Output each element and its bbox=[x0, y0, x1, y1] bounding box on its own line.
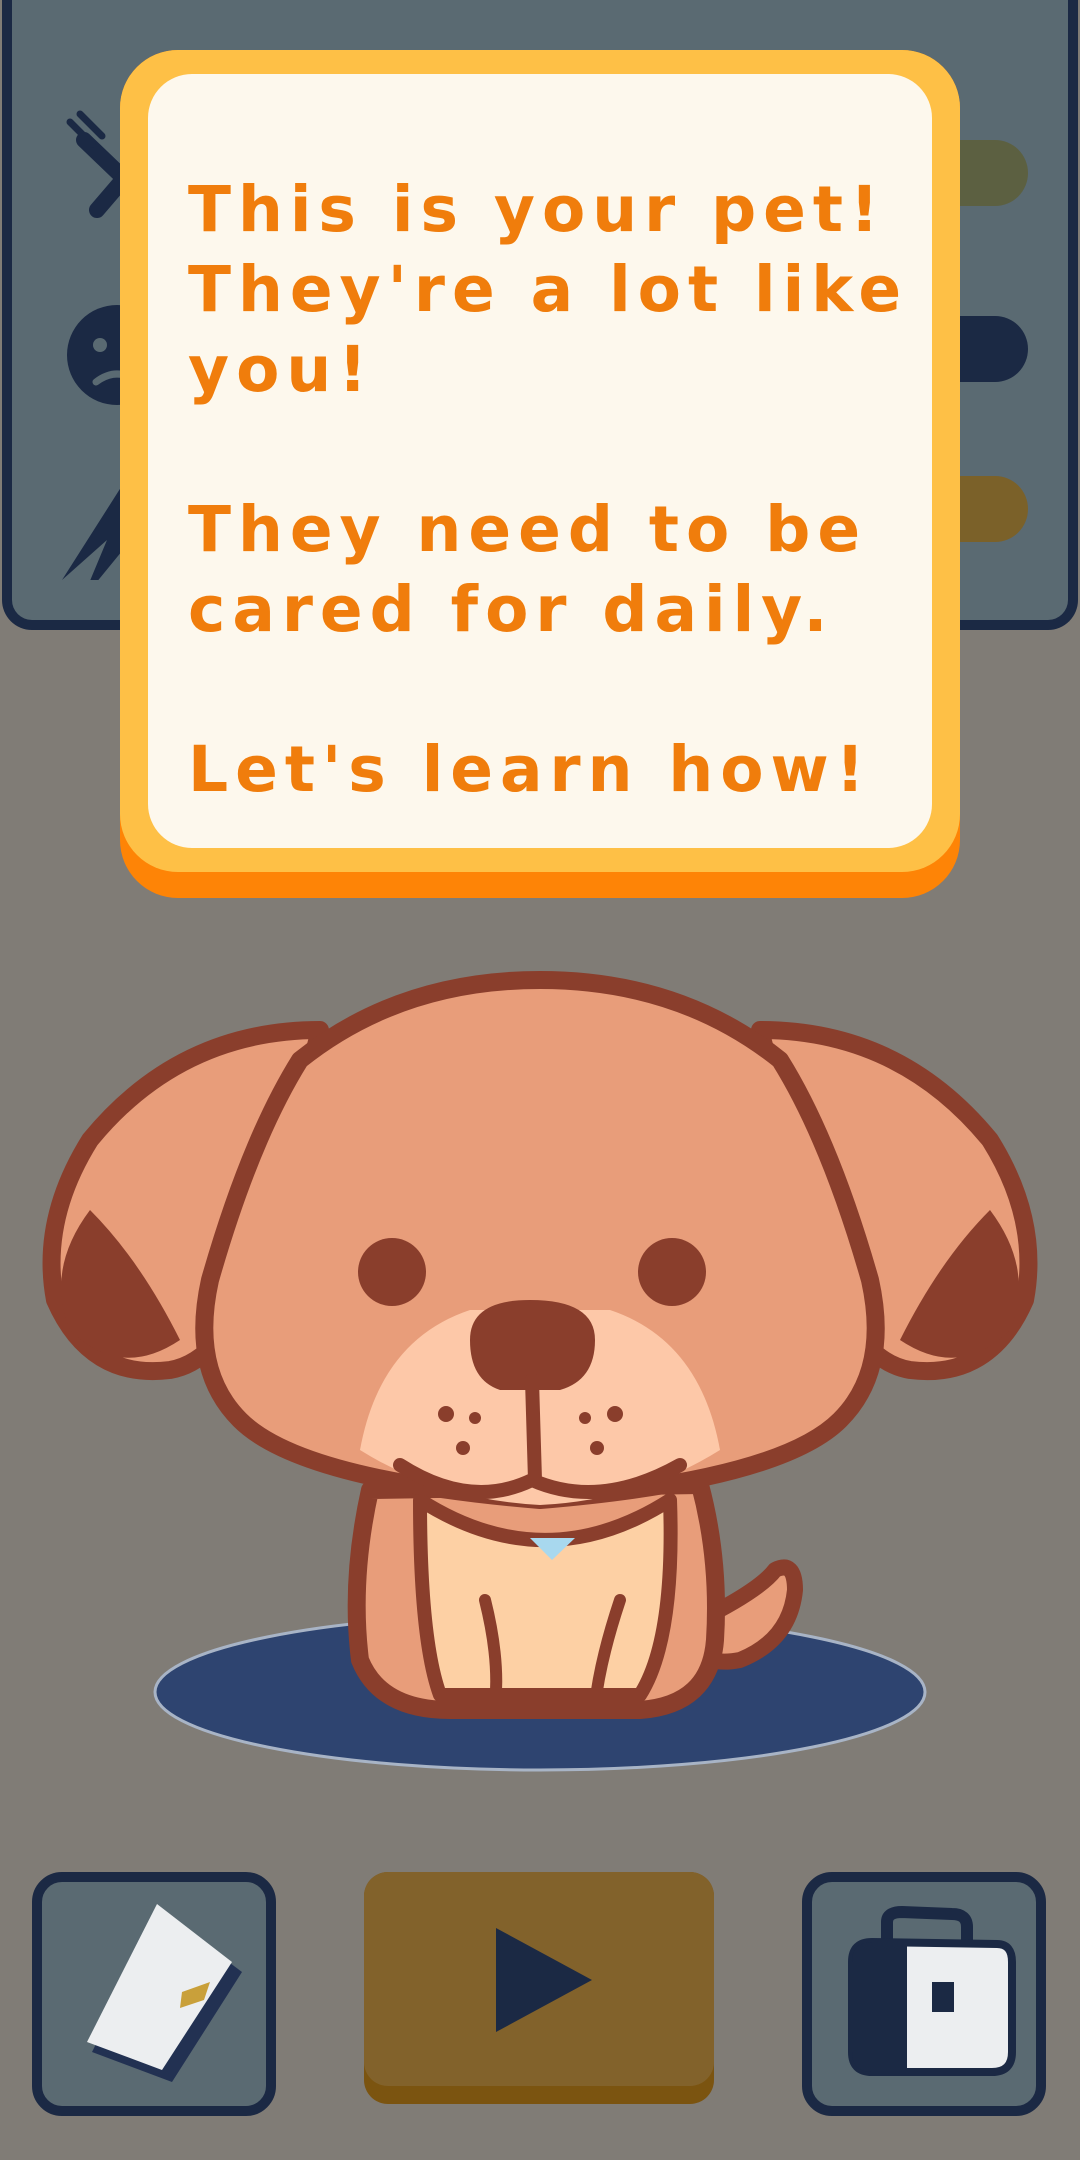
journal-button[interactable] bbox=[32, 1872, 276, 2116]
bag-icon bbox=[848, 1905, 1016, 2076]
play-icon bbox=[496, 1928, 592, 2032]
tutorial-message: This is your pet! They're a lot like you… bbox=[188, 173, 909, 806]
journal-icon bbox=[87, 1904, 242, 2082]
pet-puppy[interactable] bbox=[0, 940, 1080, 1800]
pet-eye-left bbox=[358, 1238, 426, 1306]
play-button[interactable] bbox=[364, 1872, 714, 2104]
pet-eye-right bbox=[638, 1238, 706, 1306]
play-button-face bbox=[364, 1872, 714, 2086]
game-screen: This is your pet! They're a lot like you… bbox=[0, 0, 1080, 2160]
bag-button[interactable] bbox=[802, 1872, 1046, 2116]
tutorial-dialog[interactable]: This is your pet! They're a lot like you… bbox=[120, 50, 960, 898]
